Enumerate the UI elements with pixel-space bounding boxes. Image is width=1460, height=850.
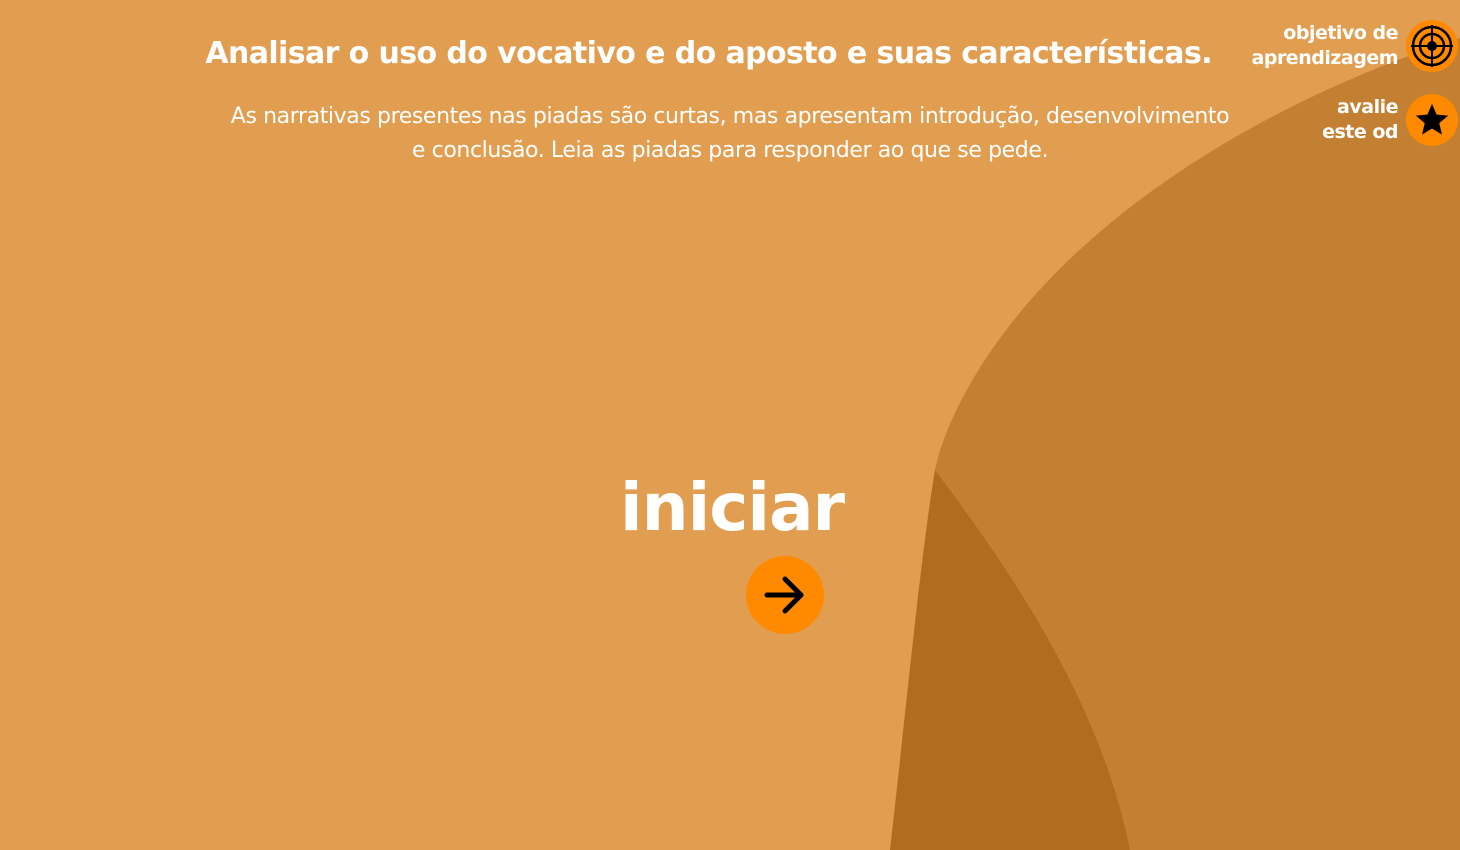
start-label: iniciar bbox=[620, 469, 845, 546]
star-icon[interactable] bbox=[1406, 94, 1458, 146]
target-icon[interactable] bbox=[1406, 20, 1458, 72]
rate-this-od-label: avalie este od bbox=[1322, 95, 1398, 145]
learning-objective-link[interactable]: objetivo de aprendizagem bbox=[1252, 20, 1458, 72]
arrow-right-icon bbox=[764, 576, 804, 614]
rate-this-od-link[interactable]: avalie este od bbox=[1322, 94, 1458, 146]
rate-this-od-label-line1: avalie bbox=[1337, 96, 1398, 118]
learning-objective-label: objetivo de aprendizagem bbox=[1251, 21, 1399, 71]
page-title: Analisar o uso do vocativo e do aposto e… bbox=[205, 36, 1212, 71]
learning-objective-label-line2: aprendizagem bbox=[1251, 47, 1399, 69]
start-button[interactable] bbox=[746, 556, 824, 634]
learning-objective-label-line1: objetivo de bbox=[1283, 22, 1398, 44]
intro-text: As narrativas presentes nas piadas são c… bbox=[230, 104, 1230, 163]
rate-this-od-label-line2: este od bbox=[1322, 121, 1398, 143]
